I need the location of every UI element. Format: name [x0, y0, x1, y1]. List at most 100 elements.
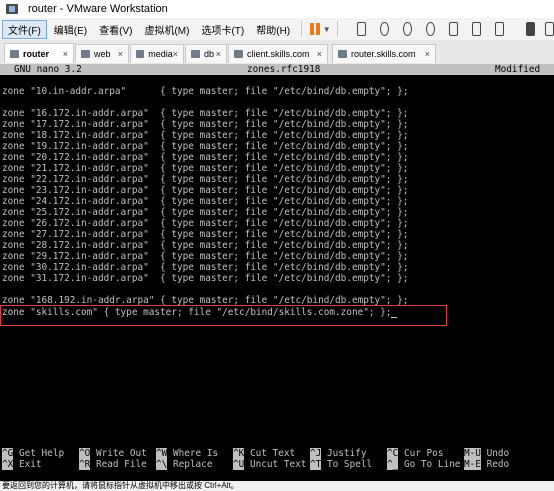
shortcut-label: Write Out: [95, 448, 147, 459]
menu-view[interactable]: 查看(V): [94, 21, 137, 38]
nano-filename: zones.rfc1918: [247, 64, 321, 75]
tab-router-skills-com[interactable]: router.skills.com ×: [332, 44, 436, 63]
editor-line: zone "18.172.in-addr.arpa" { type master…: [2, 130, 409, 141]
shortcut-item[interactable]: ^_ Go To Line: [387, 459, 460, 470]
menu-edit[interactable]: 编辑(E): [49, 21, 92, 38]
chevron-down-icon[interactable]: ▼: [323, 25, 331, 34]
shortcut-key: ^R: [79, 459, 91, 470]
shortcut-key: ^T: [310, 459, 322, 470]
menu-bar: 文件(F) 编辑(E) 查看(V) 虚拟机(M) 选项卡(T) 帮助(H) ▼: [0, 18, 554, 40]
vm-icon: [338, 50, 347, 58]
pause-icon[interactable]: [309, 23, 320, 35]
tab-media[interactable]: media ×: [130, 44, 184, 63]
menu-help[interactable]: 帮助(H): [251, 21, 295, 38]
tab-router[interactable]: router ×: [4, 43, 74, 63]
tab-label: media: [148, 49, 173, 59]
close-icon[interactable]: ×: [173, 49, 178, 59]
tab-client-skills-com[interactable]: client.skills.com ×: [228, 44, 328, 63]
shortcut-key: ^O: [79, 448, 91, 459]
shortcut-item[interactable]: M-E Redo: [464, 459, 509, 470]
toolbar-separator: [301, 21, 302, 37]
shortcut-item[interactable]: ^R Read File: [79, 459, 147, 470]
tab-web[interactable]: web ×: [75, 44, 129, 63]
shortcut-label: Cur Pos: [403, 448, 444, 459]
shortcut-label: Cut Text: [249, 448, 296, 459]
editor-line: zone "22.172.in-addr.arpa" { type master…: [2, 174, 409, 185]
manage-snapshots-icon[interactable]: [426, 22, 435, 36]
unity-icon[interactable]: [471, 22, 481, 36]
shortcut-key: M-U: [464, 448, 481, 459]
close-icon[interactable]: ×: [63, 49, 68, 59]
tab-label: web: [94, 49, 111, 59]
shortcut-item[interactable]: ^O Write Out: [79, 448, 147, 459]
stretch-icon[interactable]: [494, 22, 504, 36]
editor-line: zone "20.172.in-addr.arpa" { type master…: [2, 152, 409, 163]
vm-icon: [136, 50, 145, 58]
shortcut-key: ^W: [156, 448, 168, 459]
editor-line: zone "28.172.in-addr.arpa" { type master…: [2, 240, 409, 251]
snapshot-icon[interactable]: [380, 22, 390, 36]
tab-label: client.skills.com: [247, 49, 310, 59]
fullscreen-icon[interactable]: [448, 22, 458, 36]
vm-icon: [234, 50, 243, 58]
vm-console[interactable]: GNU nano 3.2 zones.rfc1918 Modified zone…: [0, 64, 554, 481]
editor-line: zone "16.172.in-addr.arpa" { type master…: [2, 108, 409, 119]
shortcut-item[interactable]: ^G Get Help: [2, 448, 64, 459]
shortcut-key: ^_: [387, 459, 399, 470]
vm-icon: [81, 50, 90, 58]
shortcut-item[interactable]: ^K Cut Text: [233, 448, 295, 459]
shortcut-item[interactable]: ^C Cur Pos: [387, 448, 443, 459]
shortcut-key: ^X: [2, 459, 14, 470]
shortcut-key: M-E: [464, 459, 481, 470]
shortcut-label: Replace: [172, 459, 213, 470]
console-icon[interactable]: [525, 22, 536, 36]
editor-line: zone "23.172.in-addr.arpa" { type master…: [2, 185, 409, 196]
vm-icon: [10, 49, 19, 58]
nano-version: GNU nano 3.2: [14, 64, 82, 75]
close-icon[interactable]: ×: [425, 49, 430, 59]
editor-line: zone "17.172.in-addr.arpa" { type master…: [2, 119, 409, 130]
shortcut-item[interactable]: ^U Uncut Text: [233, 459, 306, 470]
shortcut-label: Justify: [326, 448, 367, 459]
nano-status: Modified: [495, 64, 541, 75]
tab-label: router: [23, 48, 50, 59]
menu-vm[interactable]: 虚拟机(M): [139, 21, 194, 38]
tab-db[interactable]: db ×: [185, 44, 227, 63]
close-icon[interactable]: ×: [317, 49, 322, 59]
close-icon[interactable]: ×: [216, 49, 221, 59]
editor-line: zone "27.172.in-addr.arpa" { type master…: [2, 229, 409, 240]
shortcut-row: ^G Get Help ^O Write Out ^W Where Is ^K …: [0, 448, 554, 459]
shortcut-key: ^J: [310, 448, 322, 459]
shortcut-item[interactable]: M-U Undo: [464, 448, 509, 459]
editor-line: zone "24.172.in-addr.arpa" { type master…: [2, 196, 409, 207]
shortcut-item[interactable]: ^X Exit: [2, 459, 42, 470]
shortcut-label: Exit: [18, 459, 42, 470]
revert-icon[interactable]: [403, 22, 413, 36]
menu-tabs[interactable]: 选项卡(T): [196, 21, 249, 38]
editor-line: zone "19.172.in-addr.arpa" { type master…: [2, 141, 409, 152]
shortcut-label: Where Is: [172, 448, 219, 459]
tab-bar: router × web × media × db × client.skill…: [0, 40, 554, 65]
close-icon[interactable]: ×: [118, 49, 123, 59]
toolbar-separator: [336, 21, 338, 37]
shortcut-item[interactable]: ^J Justify: [310, 448, 366, 459]
status-text: 要返回到您的计算机，请将鼠标指针从虚拟机中移出或按 Ctrl+Alt。: [2, 481, 239, 490]
editor-line: zone "25.172.in-addr.arpa" { type master…: [2, 207, 409, 218]
shortcut-item[interactable]: ^\ Replace: [156, 459, 212, 470]
editor-line: zone "21.172.in-addr.arpa" { type master…: [2, 163, 409, 174]
nano-header: GNU nano 3.2 zones.rfc1918 Modified: [0, 64, 554, 75]
view-icon[interactable]: [545, 22, 554, 36]
shortcut-label: Uncut Text: [249, 459, 307, 470]
send-keys-icon[interactable]: [357, 22, 367, 36]
menu-file[interactable]: 文件(F): [2, 19, 47, 39]
status-bar: 要返回到您的计算机，请将鼠标指针从虚拟机中移出或按 Ctrl+Alt。: [0, 481, 554, 491]
shortcut-item[interactable]: ^W Where Is: [156, 448, 218, 459]
editor-line: zone "31.172.in-addr.arpa" { type master…: [2, 273, 409, 284]
tab-label: router.skills.com: [351, 49, 416, 59]
shortcut-item[interactable]: ^T To Spell: [310, 459, 372, 470]
editor-line: zone "29.172.in-addr.arpa" { type master…: [2, 251, 409, 262]
shortcut-key: ^U: [233, 459, 245, 470]
shortcut-label: Read File: [95, 459, 147, 470]
shortcut-label: Redo: [486, 459, 510, 470]
editor-line: zone "10.in-addr.arpa" { type master; fi…: [2, 86, 409, 97]
